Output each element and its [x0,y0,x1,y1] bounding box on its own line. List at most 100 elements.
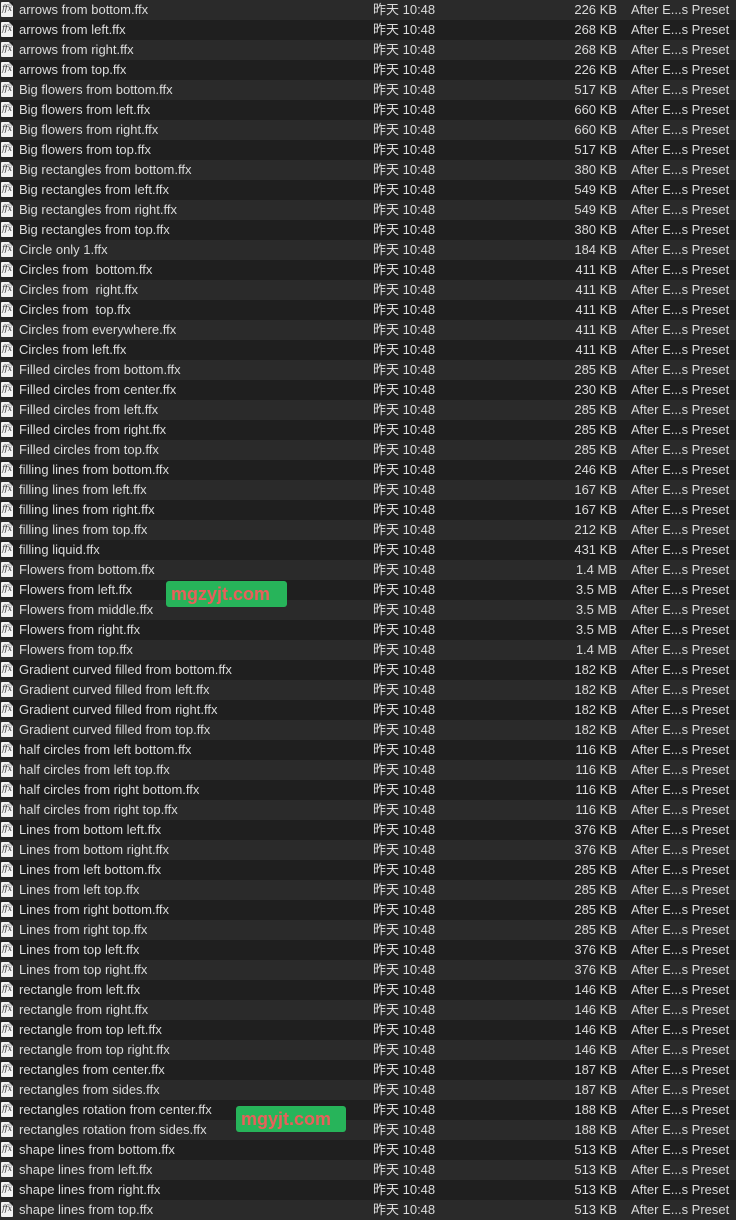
file-kind: After E...s Preset [631,942,730,957]
file-row[interactable]: ffx Flowers from top.ffx 昨天 10:48 1.4 MB Aft… [0,640,736,660]
file-row[interactable]: ffx Lines from bottom left.ffx 昨天 10:48 376… [0,820,736,840]
file-size: 3.5 MB [575,622,617,637]
ffx-file-icon: ffx [1,622,13,637]
file-row[interactable]: ffx rectangle from top right.ffx 昨天 10:48 1… [0,1040,736,1060]
file-kind: After E...s Preset [631,302,730,317]
file-row[interactable]: ffx rectangle from top left.ffx 昨天 10:48 14… [0,1020,736,1040]
file-row[interactable]: ffx filling lines from left.ffx 昨天 10:48 16… [0,480,736,500]
file-date: 昨天 10:48 [373,522,436,537]
file-row[interactable]: ffx filling lines from top.ffx 昨天 10:48 212… [0,520,736,540]
file-name: filling lines from left.ffx [19,482,147,497]
icon-glyph: ffx [2,1084,13,1093]
file-row[interactable]: ffx Gradient curved filled from bottom.ff… [0,660,736,680]
file-size: 184 KB [574,242,617,257]
file-row[interactable]: ffx shape lines from right.ffx 昨天 10:48 513… [0,1180,736,1200]
file-date: 昨天 10:48 [373,482,436,497]
file-row[interactable]: ffx Big flowers from left.ffx 昨天 10:48 660 … [0,100,736,120]
file-kind: After E...s Preset [631,102,730,117]
file-row[interactable]: ffx shape lines from top.ffx 昨天 10:48 513 K… [0,1200,736,1220]
file-kind: After E...s Preset [631,262,730,277]
file-row[interactable]: ffx rectangle from right.ffx 昨天 10:48 146 K… [0,1000,736,1020]
file-row[interactable]: ffx filling lines from right.ffx 昨天 10:48 1… [0,500,736,520]
file-row[interactable]: ffx rectangles rotation from center.ffx 昨天… [0,1100,736,1120]
icon-glyph: ffx [2,144,13,153]
file-row[interactable]: ffx arrows from right.ffx 昨天 10:48 268 KB Af… [0,40,736,60]
file-row[interactable]: ffx Circles from everywhere.ffx 昨天 10:48 41… [0,320,736,340]
file-name: Filled circles from center.ffx [19,382,177,397]
file-kind: After E...s Preset [631,122,730,137]
file-kind: After E...s Preset [631,382,730,397]
file-row[interactable]: ffx rectangles from center.ffx 昨天 10:48 187… [0,1060,736,1080]
file-row[interactable]: ffx Lines from left top.ffx 昨天 10:48 285 KB… [0,880,736,900]
file-row[interactable]: ffx shape lines from bottom.ffx 昨天 10:48 51… [0,1140,736,1160]
file-row[interactable]: ffx Lines from right bottom.ffx 昨天 10:48 28… [0,900,736,920]
file-row[interactable]: ffx half circles from left bottom.ffx 昨天 1… [0,740,736,760]
watermark-1: mgzyjt.com [166,581,287,607]
file-row[interactable]: ffx Flowers from left.ffx 昨天 10:48 3.5 MB Af… [0,580,736,600]
file-row[interactable]: ffx rectangle from left.ffx 昨天 10:48 146 KB… [0,980,736,1000]
file-row[interactable]: ffx Filled circles from right.ffx 昨天 10:48… [0,420,736,440]
file-row[interactable]: ffx Gradient curved filled from right.ffx… [0,700,736,720]
icon-glyph: ffx [2,584,13,593]
file-row[interactable]: ffx half circles from right top.ffx 昨天 10:… [0,800,736,820]
file-kind: After E...s Preset [631,42,730,57]
file-row[interactable]: ffx Big flowers from bottom.ffx 昨天 10:48 51… [0,80,736,100]
file-row[interactable]: ffx Big rectangles from right.ffx 昨天 10:48… [0,200,736,220]
file-row[interactable]: ffx Lines from top right.ffx 昨天 10:48 376 K… [0,960,736,980]
file-row[interactable]: ffx rectangles rotation from sides.ffx 昨天 … [0,1120,736,1140]
ffx-file-icon: ffx [1,262,13,277]
file-row[interactable]: ffx Big rectangles from bottom.ffx 昨天 10:4… [0,160,736,180]
file-row[interactable]: ffx arrows from left.ffx 昨天 10:48 268 KB Aft… [0,20,736,40]
icon-glyph: ffx [2,484,13,493]
file-name: Big rectangles from bottom.ffx [19,162,192,177]
file-row[interactable]: ffx Circles from bottom.ffx 昨天 10:48 411 KB… [0,260,736,280]
file-row[interactable]: ffx Flowers from bottom.ffx 昨天 10:48 1.4 MB… [0,560,736,580]
ffx-file-icon: ffx [1,602,13,617]
file-size: 431 KB [574,542,617,557]
file-row[interactable]: ffx Big flowers from right.ffx 昨天 10:48 660… [0,120,736,140]
file-row[interactable]: ffx Big rectangles from top.ffx 昨天 10:48 38… [0,220,736,240]
file-row[interactable]: ffx half circles from left top.ffx 昨天 10:4… [0,760,736,780]
file-row[interactable]: ffx Flowers from right.ffx 昨天 10:48 3.5 MB A… [0,620,736,640]
file-row[interactable]: ffx Filled circles from top.ffx 昨天 10:48 28… [0,440,736,460]
icon-glyph: ffx [2,564,13,573]
ffx-file-icon: ffx [1,1082,13,1097]
file-row[interactable]: ffx Lines from left bottom.ffx 昨天 10:48 285… [0,860,736,880]
file-row[interactable]: ffx half circles from right bottom.ffx 昨天 … [0,780,736,800]
file-row[interactable]: ffx Circles from left.ffx 昨天 10:48 411 KB Af… [0,340,736,360]
file-kind: After E...s Preset [631,862,730,877]
icon-glyph: ffx [2,244,13,253]
file-row[interactable]: ffx Filled circles from center.ffx 昨天 10:4… [0,380,736,400]
file-row[interactable]: ffx Filled circles from bottom.ffx 昨天 10:4… [0,360,736,380]
file-kind: After E...s Preset [631,1162,730,1177]
ffx-file-icon: ffx [1,542,13,557]
file-row[interactable]: ffx Lines from bottom right.ffx 昨天 10:48 37… [0,840,736,860]
file-row[interactable]: ffx Big flowers from top.ffx 昨天 10:48 517 K… [0,140,736,160]
file-row[interactable]: ffx Circle only 1.ffx 昨天 10:48 184 KB After … [0,240,736,260]
file-row[interactable]: ffx Lines from top left.ffx 昨天 10:48 376 KB… [0,940,736,960]
ffx-file-icon: ffx [1,482,13,497]
file-row[interactable]: ffx Circles from right.ffx 昨天 10:48 411 KB A… [0,280,736,300]
file-kind: After E...s Preset [631,202,730,217]
file-row[interactable]: ffx arrows from bottom.ffx 昨天 10:48 226 KB A… [0,0,736,20]
file-row[interactable]: ffx filling lines from bottom.ffx 昨天 10:48… [0,460,736,480]
file-row[interactable]: ffx Flowers from middle.ffx 昨天 10:48 3.5 MB… [0,600,736,620]
ffx-file-icon: ffx [1,1042,13,1057]
file-kind: After E...s Preset [631,602,730,617]
file-row[interactable]: ffx Lines from right top.ffx 昨天 10:48 285 K… [0,920,736,940]
file-row[interactable]: ffx Circles from top.ffx 昨天 10:48 411 KB Aft… [0,300,736,320]
icon-glyph: ffx [2,324,13,333]
file-row[interactable]: ffx Gradient curved filled from left.ffx 昨… [0,680,736,700]
file-row[interactable]: ffx shape lines from left.ffx 昨天 10:48 513 … [0,1160,736,1180]
file-date: 昨天 10:48 [373,822,436,837]
file-row[interactable]: ffx Gradient curved filled from top.ffx 昨天… [0,720,736,740]
file-row[interactable]: ffx Filled circles from left.ffx 昨天 10:48 2… [0,400,736,420]
ffx-file-icon: ffx [1,222,13,237]
file-row[interactable]: ffx rectangles from sides.ffx 昨天 10:48 187 … [0,1080,736,1100]
file-size: 285 KB [574,862,617,877]
file-row[interactable]: ffx arrows from top.ffx 昨天 10:48 226 KB Afte… [0,60,736,80]
file-size: 376 KB [574,962,617,977]
file-row[interactable]: ffx Big rectangles from left.ffx 昨天 10:48 5… [0,180,736,200]
file-kind: After E...s Preset [631,242,730,257]
file-row[interactable]: ffx filling liquid.ffx 昨天 10:48 431 KB After… [0,540,736,560]
